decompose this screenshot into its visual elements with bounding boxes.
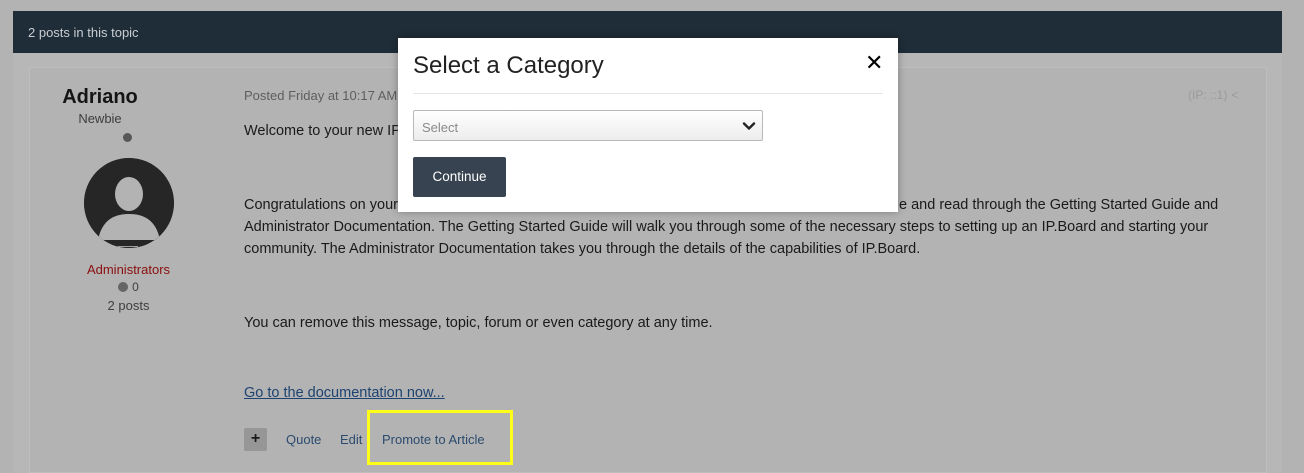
post-paragraph-2-start: Congratulations on your: [244, 197, 398, 213]
post-paragraph-3: You can remove this message, topic, foru…: [244, 315, 713, 331]
continue-button[interactable]: Continue: [413, 157, 506, 197]
reputation: 0: [0, 280, 257, 294]
user-silhouette-icon: [84, 158, 174, 248]
documentation-link[interactable]: Go to the documentation now...: [244, 385, 445, 401]
reputation-icon: [118, 282, 129, 292]
select-category-modal: Select a Category ✕ Select Continue: [398, 38, 898, 212]
share-icon[interactable]: <: [1231, 88, 1238, 102]
category-select-value: Select: [422, 120, 459, 135]
page: 2 posts in this topic Adriano Newbie Adm…: [0, 0, 1304, 473]
author-group: Administrators: [86, 262, 171, 277]
avatar[interactable]: [84, 158, 174, 248]
modal-divider: [413, 93, 883, 94]
post-date[interactable]: Posted Friday at 10:17 AM: [244, 88, 397, 103]
category-select[interactable]: Select: [413, 110, 763, 141]
post-paragraph-2-end: e and read through the Getting Started G…: [899, 197, 1219, 213]
edit-link[interactable]: Edit: [340, 432, 362, 447]
author-name[interactable]: Adriano: [0, 86, 200, 109]
post-meta: (IP: ::1) <: [1188, 88, 1238, 102]
modal-title: Select a Category: [413, 52, 604, 79]
reputation-value: 0: [132, 280, 139, 294]
quote-link[interactable]: Quote: [286, 432, 321, 447]
promote-highlight-box: [367, 410, 513, 465]
post-paragraph-1: Welcome to your new IPS: [244, 123, 411, 139]
author-rank: Newbie: [78, 111, 122, 126]
topic-post-count: 2 posts in this topic: [28, 25, 139, 40]
ip-address[interactable]: (IP: ::1): [1188, 88, 1227, 102]
offline-status-icon: [123, 133, 132, 142]
author-post-count: 2 posts: [107, 298, 150, 313]
chevron-down-icon: [742, 122, 756, 130]
multiquote-button[interactable]: +: [244, 428, 267, 451]
close-icon[interactable]: ✕: [865, 52, 883, 74]
post-paragraph-2-rest: Administrator Documentation. The Getting…: [244, 219, 1209, 257]
avatar-divider: [118, 246, 138, 247]
